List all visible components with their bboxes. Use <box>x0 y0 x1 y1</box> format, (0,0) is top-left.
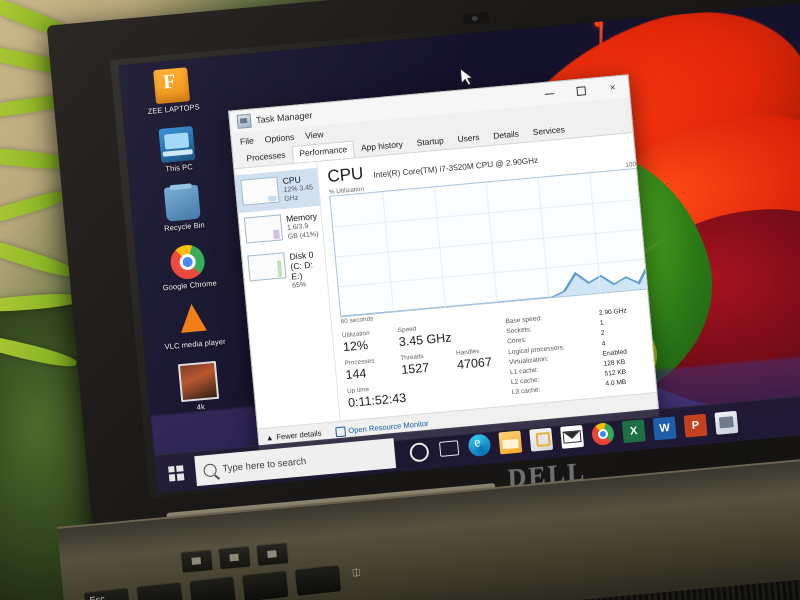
desktop-icon-vlc[interactable]: VLC media player <box>155 300 233 352</box>
task-view-icon[interactable] <box>437 436 461 460</box>
menu-file[interactable]: File <box>239 135 254 146</box>
window-title: Task Manager <box>255 110 313 126</box>
photo-scene: ZEE LAPTOPS This PC Recycle Bin Google C… <box>0 0 800 600</box>
maximize-button[interactable] <box>564 78 598 103</box>
excel-icon[interactable]: X <box>621 419 646 444</box>
microsoft-store-icon[interactable] <box>529 427 554 452</box>
stat-threads: Threads 1527 <box>400 351 446 378</box>
stat-uptime: Up time 0:11:52:43 <box>347 383 407 411</box>
desktop-icon-recycle-bin[interactable]: Recycle Bin <box>144 183 222 235</box>
desktop-icon-label: ZEE LAPTOPS <box>147 102 201 116</box>
chevron-up-icon: ▲ <box>265 432 274 443</box>
sidebar-item-value: 65% <box>291 281 307 290</box>
stat-processes: Processes 144 <box>344 356 390 383</box>
stat-value: 144 <box>344 366 368 383</box>
tab-users[interactable]: Users <box>450 128 487 148</box>
start-button[interactable] <box>154 452 197 493</box>
memory-thumbnail-icon <box>243 214 284 244</box>
desktop-icon-label: This PC <box>165 162 194 174</box>
search-placeholder: Type here to search <box>222 455 307 475</box>
performance-detail-pane: CPU Intel(R) Core(TM) i7-3520M CPU @ 2.9… <box>317 132 659 421</box>
stat-value: 47067 <box>456 354 493 372</box>
photo-thumbnail-icon <box>177 360 220 403</box>
chrome-icon <box>169 243 207 281</box>
desktop-icon-label: VLC media player <box>164 336 227 352</box>
f3-key[interactable] <box>240 569 290 600</box>
desktop-icon-label: 4k <box>196 402 206 412</box>
minimize-button[interactable] <box>532 81 566 106</box>
cortana-icon[interactable] <box>406 439 430 463</box>
desktop-icon-label: Recycle Bin <box>163 220 206 233</box>
desktop-icon-zee-laptops[interactable]: ZEE LAPTOPS <box>133 65 211 117</box>
chrome-icon[interactable] <box>590 422 615 447</box>
cpu-thumbnail-icon <box>240 176 280 206</box>
window-body: CPU 12% 3.45 GHz Memory 1.6/3.9 GB (41%) <box>234 132 659 429</box>
powerpoint-icon[interactable]: P <box>683 413 708 438</box>
menu-view[interactable]: View <box>305 129 324 141</box>
webcam-icon <box>462 11 490 26</box>
edge-icon[interactable] <box>467 433 492 458</box>
search-icon <box>203 462 218 477</box>
task-manager-icon <box>236 113 252 129</box>
word-icon[interactable]: W <box>652 416 677 441</box>
desktop-icon-label: Google Chrome <box>162 278 218 293</box>
stat-value: 12% <box>342 338 369 355</box>
sidebar-item-value: 12% 3.45 GHz <box>283 184 314 203</box>
volume-up-button[interactable] <box>255 542 290 567</box>
volume-down-button[interactable] <box>217 545 252 571</box>
vlc-cone-icon <box>175 302 212 339</box>
sidebar-item-label: Disk 0 (C: D: E:) <box>289 249 314 282</box>
folder-icon <box>153 67 191 105</box>
close-button[interactable]: × <box>596 75 630 100</box>
computer-icon <box>158 126 196 163</box>
stat-utilization: Utilization 12% <box>342 328 388 355</box>
laptop: ZEE LAPTOPS This PC Recycle Bin Google C… <box>10 0 800 600</box>
recycle-bin-icon <box>163 184 201 222</box>
task-manager-window[interactable]: Task Manager × File Options View Process… <box>228 74 660 454</box>
stat-value: 1527 <box>400 360 430 378</box>
desktop-icon-google-chrome[interactable]: Google Chrome <box>149 242 227 294</box>
file-explorer-icon[interactable] <box>498 430 523 455</box>
cpu-specs-table: Base speed: 2.90 GHz Sockets: 1 Cores: 2… <box>505 304 660 401</box>
laptop-screen: ZEE LAPTOPS This PC Recycle Bin Google C… <box>118 1 800 494</box>
stat-speed: Speed 3.45 GHz <box>397 322 452 350</box>
desktop-icon-4k[interactable]: 4k <box>160 359 238 415</box>
stats-left-column: Utilization 12% Speed 3.45 GHz Processes… <box>342 318 505 416</box>
sidebar-item-disk[interactable]: Disk 0 (C: D: E:) 65% <box>242 244 328 300</box>
disk-thumbnail-icon <box>247 252 287 282</box>
sidebar-item-value: 1.6/3.9 GB (41%) <box>286 222 319 241</box>
menu-options[interactable]: Options <box>264 131 294 144</box>
resource-monitor-icon <box>334 425 346 437</box>
task-manager-icon[interactable] <box>714 410 739 435</box>
f4-key[interactable] <box>293 564 343 598</box>
f2-key[interactable] <box>188 575 238 600</box>
detail-heading: CPU <box>326 163 365 186</box>
stat-handles: Handles 47067 <box>456 346 502 373</box>
spec-label: L3 cache: <box>511 386 541 397</box>
desktop-icon-this-pc[interactable]: This PC <box>139 124 217 176</box>
mail-icon[interactable] <box>560 424 585 449</box>
volume-mute-button[interactable] <box>179 548 214 574</box>
windows-start-icon <box>167 464 184 482</box>
caps-lock-indicator-icon: ⎅ <box>352 567 362 580</box>
